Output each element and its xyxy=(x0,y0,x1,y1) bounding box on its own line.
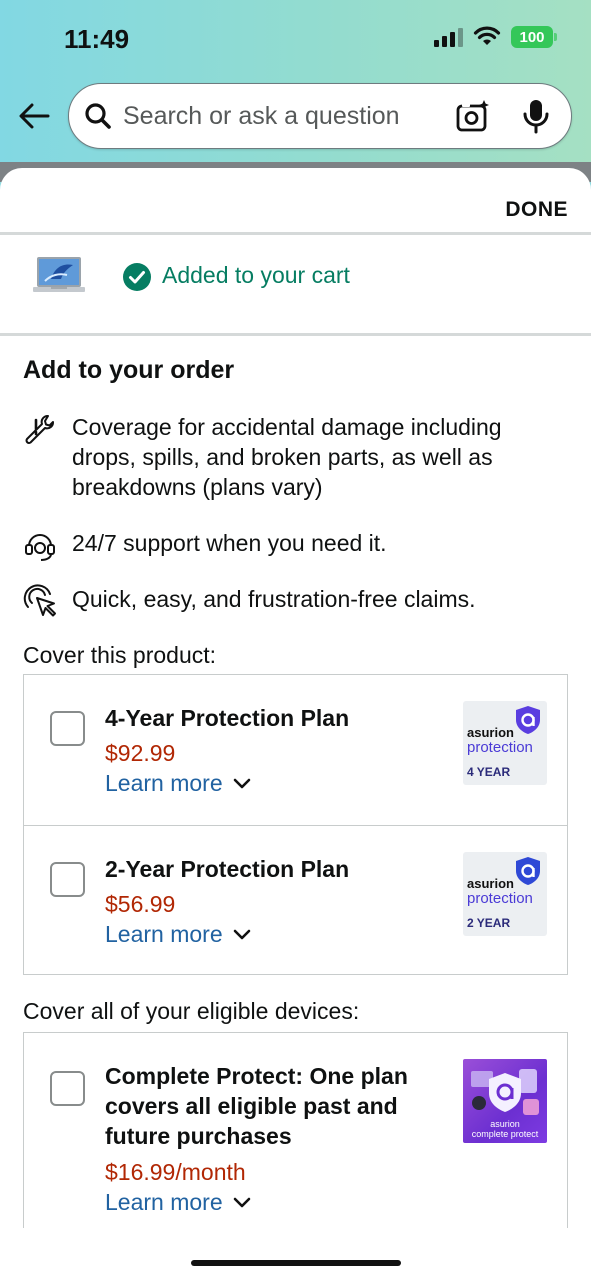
status-time: 11:49 xyxy=(64,24,130,54)
status-icons: 100 xyxy=(434,26,557,48)
home-indicator[interactable] xyxy=(191,1260,401,1266)
learn-more-label: Learn more xyxy=(105,770,223,796)
shield-icon xyxy=(516,706,540,734)
chevron-down-icon xyxy=(233,929,250,939)
plan-name: 2-Year Protection Plan xyxy=(105,856,350,882)
section-title: Add to your order xyxy=(23,356,235,384)
asurion-protection-logo: asurion protection 2 YEAR xyxy=(463,852,547,936)
cover-all-devices-label: Cover all of your eligible devices: xyxy=(23,998,360,1024)
headset-icon xyxy=(25,534,55,561)
divider xyxy=(0,333,591,336)
back-button[interactable] xyxy=(16,98,52,134)
logo-caption: asurion complete protect xyxy=(463,1119,547,1139)
plan-checkbox[interactable] xyxy=(50,862,85,897)
learn-more-link[interactable]: Learn more xyxy=(105,921,251,948)
plan-price: $92.99 xyxy=(105,740,176,766)
benefit-item: Coverage for accidental damage including… xyxy=(23,412,568,502)
microphone-icon[interactable] xyxy=(521,98,551,134)
wrench-icon xyxy=(25,415,54,444)
benefit-text: Quick, easy, and frustration-free claims… xyxy=(72,586,476,612)
logo-product: protection xyxy=(467,890,533,907)
benefit-text: 24/7 support when you need it. xyxy=(72,530,387,556)
asurion-protection-logo: asurion protection 4 YEAR xyxy=(463,701,547,785)
shield-icon xyxy=(516,857,540,885)
signal-icon xyxy=(434,27,463,47)
status-bar: 11:49 100 xyxy=(0,0,591,70)
camera-search-icon[interactable] xyxy=(455,98,491,134)
protection-plan-4-year[interactable]: 4-Year Protection Plan $92.99 Learn more… xyxy=(24,675,567,825)
added-to-cart-message: Added to your cart xyxy=(162,262,350,288)
product-plans-box: 4-Year Protection Plan $92.99 Learn more… xyxy=(23,674,568,975)
tap-icon xyxy=(23,584,56,617)
battery-icon: 100 xyxy=(511,26,557,48)
learn-more-label: Learn more xyxy=(105,1189,223,1215)
add-to-cart-sheet: DONE Added to your cart Add to your orde… xyxy=(0,168,591,1280)
learn-more-link[interactable]: Learn more xyxy=(105,1189,251,1216)
battery-level: 100 xyxy=(519,28,545,46)
search-icon xyxy=(83,101,113,131)
plan-name: 4-Year Protection Plan xyxy=(105,705,350,731)
benefit-text: Coverage for accidental damage including… xyxy=(72,414,502,500)
logo-brand: asurion xyxy=(467,876,514,891)
logo-years: 2 YEAR xyxy=(467,916,511,930)
asurion-complete-protect-logo: asurion complete protect xyxy=(463,1059,547,1143)
wifi-icon xyxy=(473,26,501,45)
plan-name: Complete Protect: One plan covers all el… xyxy=(105,1063,408,1149)
added-to-cart-row: Added to your cart xyxy=(0,236,591,334)
protection-plan-2-year[interactable]: 2-Year Protection Plan $56.99 Learn more… xyxy=(24,825,567,974)
logo-brand: asurion xyxy=(467,725,514,740)
search-input[interactable] xyxy=(123,101,423,131)
learn-more-label: Learn more xyxy=(105,921,223,947)
benefit-item: Quick, easy, and frustration-free claims… xyxy=(23,584,568,618)
learn-more-link[interactable]: Learn more xyxy=(105,770,251,797)
check-circle-icon xyxy=(123,263,151,291)
sheet-bottom-area xyxy=(0,1228,591,1280)
plan-checkbox[interactable] xyxy=(50,1071,85,1106)
divider xyxy=(0,232,591,235)
back-arrow-icon xyxy=(19,103,50,129)
search-bar[interactable] xyxy=(68,83,572,149)
cover-product-label: Cover this product: xyxy=(23,642,217,668)
laptop-product-thumbnail xyxy=(33,257,85,292)
chevron-down-icon xyxy=(233,1197,250,1207)
plan-price: $16.99/month xyxy=(105,1159,246,1185)
logo-product: complete protect xyxy=(471,1129,539,1139)
benefit-item: 24/7 support when you need it. xyxy=(23,528,568,562)
logo-product: protection xyxy=(467,739,533,756)
logo-years: 4 YEAR xyxy=(467,765,511,779)
chevron-down-icon xyxy=(233,778,250,788)
logo-brand: asurion xyxy=(490,1119,520,1129)
top-header: 11:49 100 xyxy=(0,0,591,162)
done-button[interactable]: DONE xyxy=(505,198,568,222)
plan-price: $56.99 xyxy=(105,891,176,917)
plan-checkbox[interactable] xyxy=(50,711,85,746)
